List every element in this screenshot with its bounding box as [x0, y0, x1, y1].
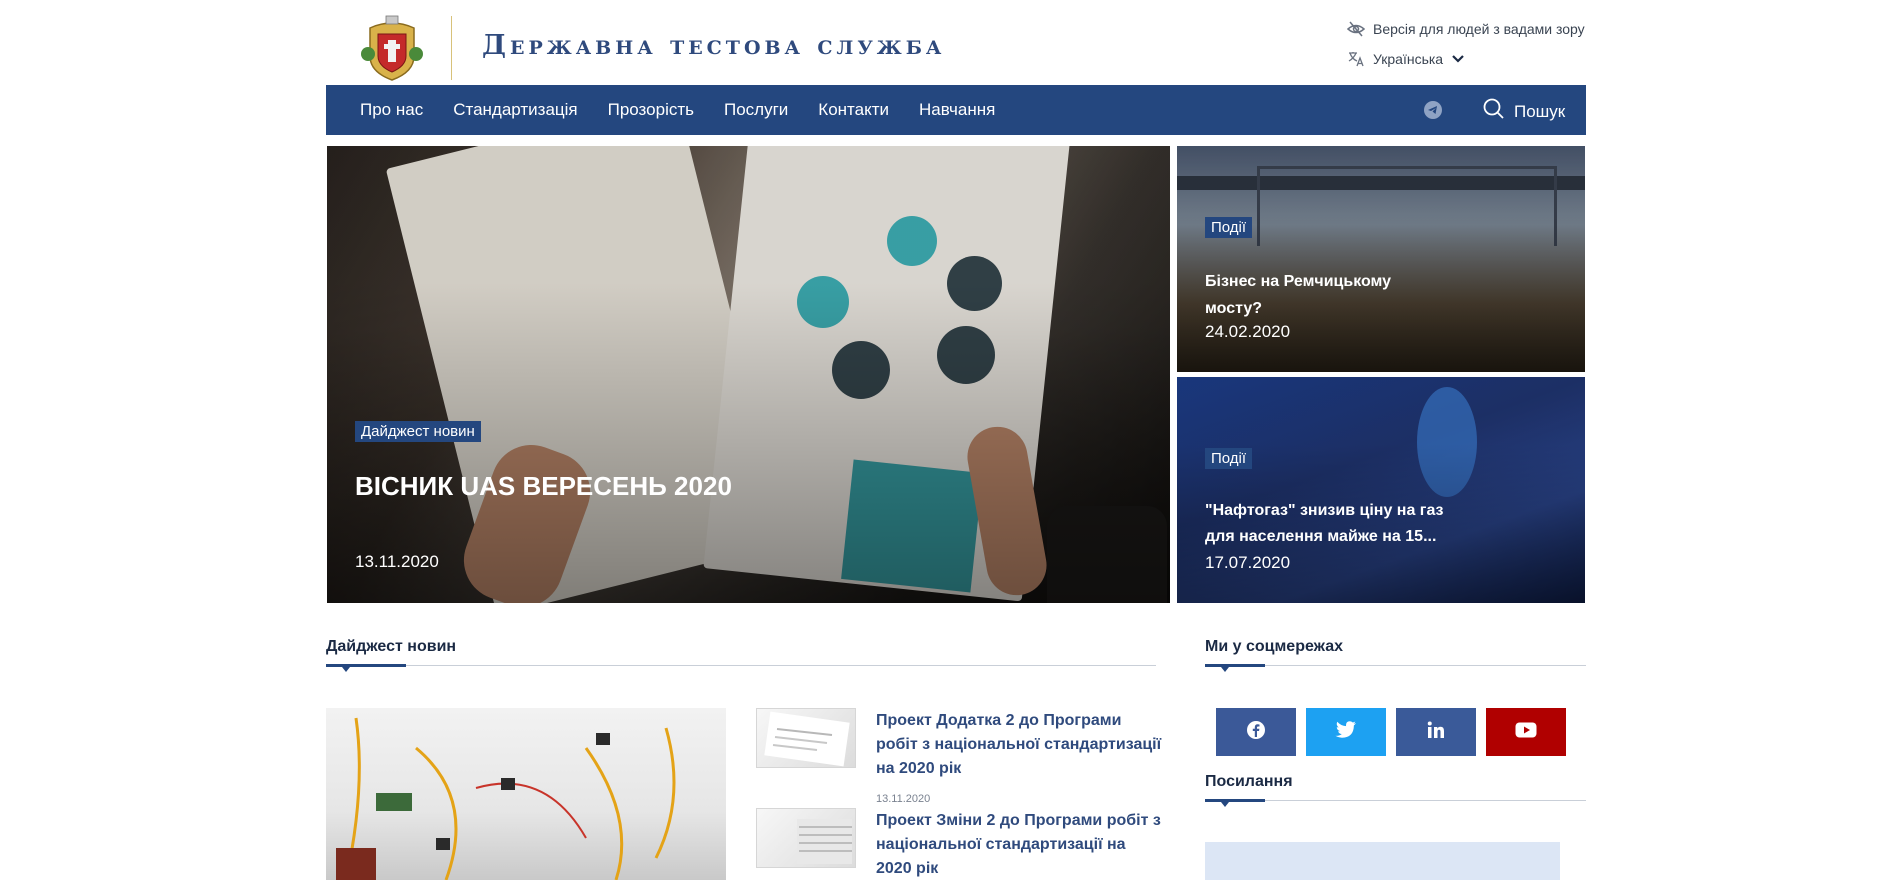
hero-side-card-1[interactable]: Події Бізнес на Ремчицькому мосту? 24.02… [1177, 146, 1585, 372]
hero-main-card[interactable]: Дайджест новин ВІСНИК UAS ВЕРЕСЕНЬ 2020 … [327, 146, 1170, 603]
news-item-title-line: національної стандартизації на [876, 836, 1126, 853]
logo-divider [451, 16, 452, 80]
news-item-title[interactable]: Проект Додатка 2 до Програми робіт з нац… [876, 709, 1161, 781]
facebook-icon [1246, 720, 1266, 745]
news-item-title-line: робіт з національної стандартизації [876, 736, 1162, 753]
news-item-title-line: Проект Зміни 2 до Програми робіт з [876, 812, 1161, 829]
news-item-date: 13.11.2020 [876, 793, 931, 805]
hero-side-card-2[interactable]: Події "Нафтогаз" знизив ціну на газ для … [1177, 377, 1585, 603]
hero-side-2-title-line: для населення майже на 15... [1205, 528, 1437, 545]
nav-item-about[interactable]: Про нас [360, 100, 423, 120]
hero-side-2-title-line: "Нафтогаз" знизив ціну на газ [1205, 502, 1444, 519]
search-button[interactable]: Пошук [1482, 97, 1565, 126]
hero-side-1-title-line: Бізнес на Ремчицькому [1205, 273, 1392, 290]
nav-item-services[interactable]: Послуги [724, 100, 788, 120]
social-section-caret [1221, 667, 1229, 672]
eye-off-icon [1347, 20, 1365, 38]
digest-section-accent [326, 664, 406, 667]
twitter-button[interactable] [1306, 708, 1386, 756]
news-thumbnail-photo [797, 819, 852, 864]
search-label: Пошук [1514, 101, 1566, 121]
digest-featured-photo [336, 717, 676, 880]
links-section-accent [1205, 799, 1265, 802]
hero-side-1-date: 24.02.2020 [1205, 322, 1291, 341]
twitter-icon [1335, 720, 1357, 744]
links-section-caret [1221, 802, 1229, 807]
site-header: Державна тестова служба Версія для людей… [326, 0, 1586, 85]
news-thumbnail-photo [764, 711, 850, 767]
links-section-title: Посилання [1205, 773, 1293, 790]
hero-main-title[interactable]: ВІСНИК UAS ВЕРЕСЕНЬ 2020 [355, 471, 732, 502]
translate-icon [1347, 50, 1365, 68]
accessibility-version-link[interactable]: Версія для людей з вадами зору [1347, 20, 1585, 38]
news-item-title-line: на 2020 рік [876, 760, 962, 777]
news-thumbnail[interactable] [756, 708, 856, 768]
hero-side-1-title-line: мосту? [1205, 300, 1262, 317]
site-title[interactable]: Державна тестова служба [482, 30, 945, 61]
youtube-button[interactable] [1486, 708, 1566, 756]
digest-featured-image[interactable] [326, 708, 726, 880]
language-label: Українська [1373, 51, 1444, 67]
youtube-icon [1515, 722, 1537, 743]
accessibility-label: Версія для людей з вадами зору [1373, 21, 1585, 37]
nav-item-standardization[interactable]: Стандартизація [453, 100, 577, 120]
news-item-title[interactable]: Проект Зміни 2 до Програми робіт з націо… [876, 809, 1161, 880]
digest-section-title: Дайджест новин [326, 638, 457, 655]
nav-item-training[interactable]: Навчання [919, 100, 995, 120]
telegram-icon[interactable] [1423, 100, 1443, 120]
hero-main-date: 13.11.2020 [355, 552, 439, 571]
search-icon [1482, 97, 1506, 126]
digest-section-divider [326, 665, 1156, 666]
chevron-down-icon [1451, 50, 1469, 68]
news-item-title-line: 2020 рік [876, 860, 939, 877]
social-section-title: Ми у соцмережах [1205, 638, 1343, 655]
hero-side-2-date: 17.07.2020 [1205, 553, 1291, 572]
hero-side-2-tag[interactable]: Події [1205, 448, 1253, 469]
linkedin-button[interactable] [1396, 708, 1476, 756]
language-switcher[interactable]: Українська [1347, 50, 1469, 68]
facebook-button[interactable] [1216, 708, 1296, 756]
coat-of-arms-logo[interactable] [360, 14, 424, 82]
social-section-accent [1205, 664, 1265, 667]
hero-overlay [327, 146, 1170, 603]
news-item-title-line: Проект Додатка 2 до Програми [876, 712, 1122, 729]
nav-item-contacts[interactable]: Контакти [818, 100, 889, 120]
hero-side-1-title[interactable]: Бізнес на Ремчицькому мосту? [1205, 268, 1391, 322]
hero-main-tag[interactable]: Дайджест новин [355, 421, 481, 442]
hero-side-2-title[interactable]: "Нафтогаз" знизив ціну на газ для населе… [1205, 498, 1444, 550]
nav-menu: Про нас Стандартизація Прозорість Послуг… [360, 85, 995, 135]
news-thumbnail[interactable] [756, 808, 856, 868]
main-navbar: Про нас Стандартизація Прозорість Послуг… [326, 85, 1586, 135]
nav-item-transparency[interactable]: Прозорість [608, 100, 694, 120]
hero-side-1-tag[interactable]: Події [1205, 217, 1253, 238]
links-banner[interactable] [1205, 842, 1560, 880]
digest-section-caret [342, 667, 350, 672]
linkedin-icon [1427, 721, 1445, 744]
